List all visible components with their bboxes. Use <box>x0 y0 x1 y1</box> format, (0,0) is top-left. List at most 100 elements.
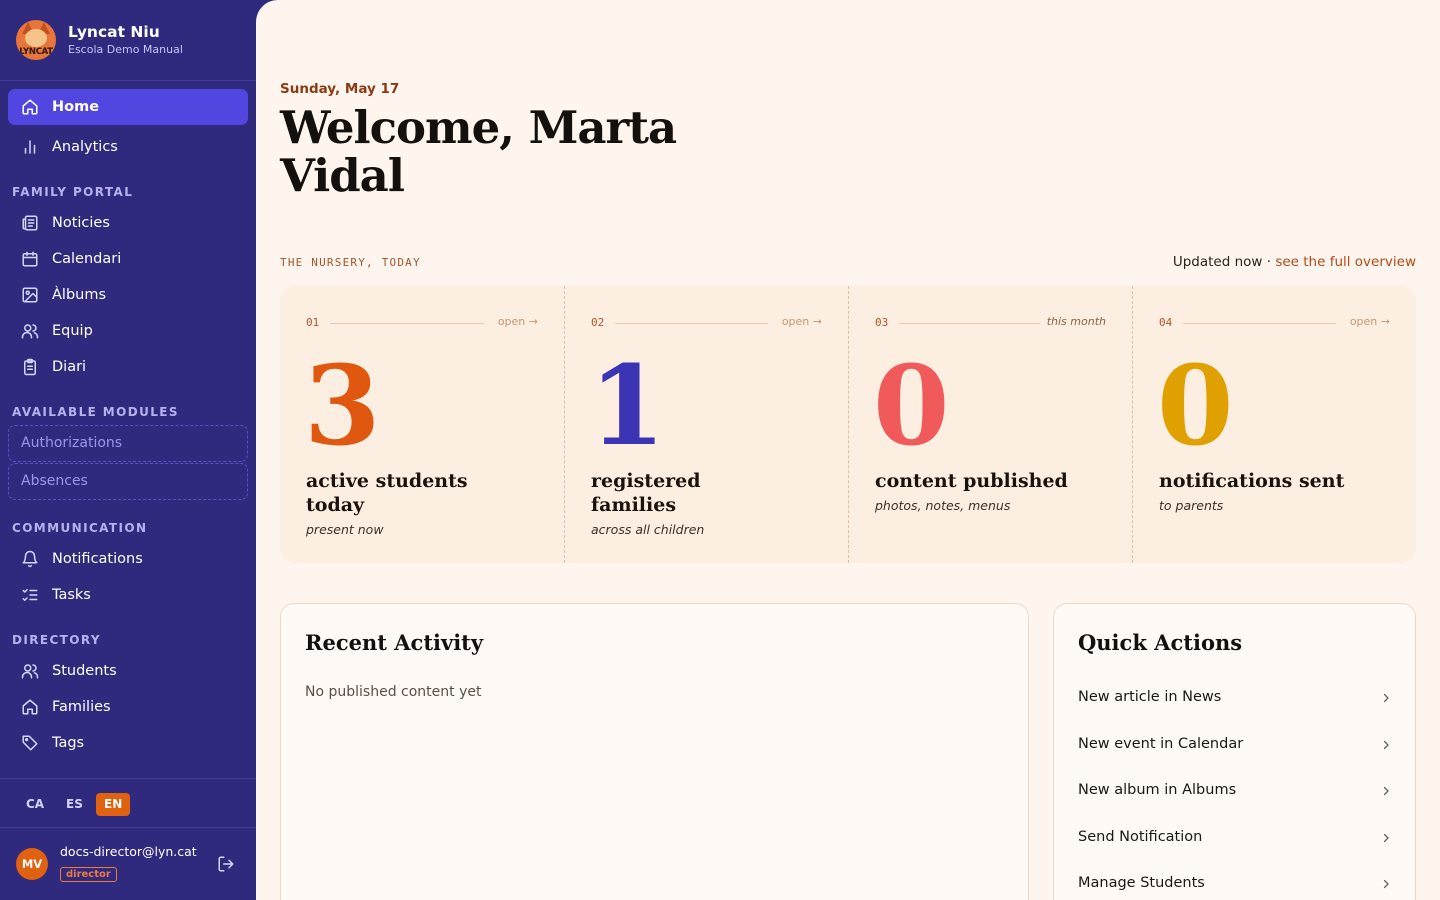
bell-icon <box>21 550 39 568</box>
stat-card-content[interactable]: 03 this month 0 content published photos… <box>848 286 1132 563</box>
sidebar: LYNCAT Lyncat Niu Escola Demo Manual Hom… <box>0 0 256 900</box>
nav-label: Equip <box>52 323 93 339</box>
stat-open-link[interactable]: open → <box>1350 315 1390 328</box>
section-directory: DIRECTORY <box>12 633 101 647</box>
logout-icon[interactable] <box>217 855 235 873</box>
bar-chart-icon <box>21 138 39 156</box>
module-label: Absences <box>21 473 88 489</box>
avatar[interactable]: MV <box>16 848 48 880</box>
nav-item-notifications[interactable]: Notifications <box>8 541 248 577</box>
user-panel: MV docs-director@lyn.cat director <box>0 828 256 900</box>
stat-index: 01 <box>306 316 320 329</box>
stat-card-students[interactable]: 01 open → 3 active students today present… <box>280 286 564 563</box>
lang-ca[interactable]: CA <box>18 793 52 816</box>
nav-item-albums[interactable]: Àlbums <box>8 277 248 313</box>
chevron-right-icon <box>1383 693 1389 703</box>
nav-item-diari[interactable]: Diari <box>8 349 248 385</box>
stat-caption: content published <box>875 470 1068 492</box>
nav-item-noticies[interactable]: Noticies <box>8 205 248 241</box>
section-available-modules: AVAILABLE MODULES <box>12 405 179 419</box>
stat-open-link[interactable]: open → <box>498 315 538 328</box>
page-title: Welcome, Marta Vidal <box>280 101 677 202</box>
nav-item-analytics[interactable]: Analytics <box>8 129 248 165</box>
section-communication: COMMUNICATION <box>12 521 148 535</box>
users-icon <box>21 662 39 680</box>
nav-label: Tags <box>52 735 85 751</box>
stat-subcaption: photos, notes, menus <box>875 498 1011 513</box>
quick-action-manage-students[interactable]: Manage Students <box>1078 873 1392 897</box>
quick-actions-card: Quick Actions New article in News New ev… <box>1053 603 1416 900</box>
module-absences[interactable]: Absences <box>8 463 248 500</box>
nav-label: Students <box>52 663 117 679</box>
stat-period-label: this month <box>1046 315 1106 328</box>
chevron-right-icon <box>1383 786 1389 796</box>
quick-action-label: Send Notification <box>1078 829 1203 845</box>
module-label: Authorizations <box>21 435 123 451</box>
stat-subcaption: across all children <box>591 522 705 537</box>
stat-value: 0 <box>1157 341 1234 470</box>
tag-icon <box>21 734 39 752</box>
quick-action-new-article[interactable]: New article in News <box>1078 687 1392 711</box>
nav-label: Àlbums <box>52 287 107 303</box>
nav-item-equip[interactable]: Equip <box>8 313 248 349</box>
section-family-portal: FAMILY PORTAL <box>12 185 134 199</box>
overview-kicker: THE NURSERY, TODAY <box>280 256 421 269</box>
stat-index: 03 <box>875 316 889 329</box>
quick-action-send-notification[interactable]: Send Notification <box>1078 827 1392 851</box>
module-authorizations[interactable]: Authorizations <box>8 425 248 462</box>
nav-label: Analytics <box>52 139 118 155</box>
nav-label: Noticies <box>52 215 110 231</box>
full-overview-link[interactable]: see the full overview <box>1275 254 1416 270</box>
nav-item-tags[interactable]: Tags <box>8 725 248 761</box>
nav-label: Calendari <box>52 251 122 267</box>
home-icon <box>21 98 39 116</box>
lang-en[interactable]: EN <box>96 793 131 816</box>
nav-label: Families <box>52 699 111 715</box>
stat-value: 3 <box>304 341 381 470</box>
language-switcher: CA ES EN <box>0 778 256 828</box>
lyncat-logo[interactable]: LYNCAT <box>16 20 56 60</box>
updated-status: Updated now · see the full overview <box>1173 254 1416 270</box>
stat-subcaption: present now <box>306 522 384 537</box>
stats-panel: 01 open → 3 active students today present… <box>280 286 1416 563</box>
nav-item-home[interactable]: Home <box>8 89 248 125</box>
stat-caption: notifications sent <box>1159 470 1345 492</box>
nav-label: Diari <box>52 359 87 375</box>
chevron-right-icon <box>1383 740 1389 750</box>
brand-header: LYNCAT Lyncat Niu Escola Demo Manual <box>0 0 256 81</box>
quick-action-label: New event in Calendar <box>1078 736 1244 752</box>
brand-subtitle: Escola Demo Manual <box>68 43 183 56</box>
nav-item-families[interactable]: Families <box>8 689 248 725</box>
user-email: docs-director@lyn.cat <box>60 844 197 859</box>
stat-card-notifications[interactable]: 04 open → 0 notifications sent to parent… <box>1132 286 1416 563</box>
nav-item-students[interactable]: Students <box>8 653 248 689</box>
empty-state: No published content yet <box>305 684 482 700</box>
recent-activity-card: Recent Activity No published content yet <box>280 603 1029 900</box>
chevron-right-icon <box>1383 879 1389 889</box>
updated-text: Updated now · <box>1172 254 1272 270</box>
nav-item-calendari[interactable]: Calendari <box>8 241 248 277</box>
home-icon <box>21 698 39 716</box>
stat-open-link[interactable]: open → <box>782 315 822 328</box>
list-checks-icon <box>21 586 39 604</box>
quick-action-new-event[interactable]: New event in Calendar <box>1078 734 1392 758</box>
stat-caption: active students today <box>306 470 468 516</box>
stat-card-families[interactable]: 02 open → 1 registered families across al… <box>564 286 848 563</box>
quick-action-label: New album in Albums <box>1078 782 1237 798</box>
role-badge: director <box>60 867 117 882</box>
stat-index: 02 <box>591 316 605 329</box>
lang-es[interactable]: ES <box>58 793 91 816</box>
stat-value: 0 <box>873 341 950 470</box>
nav-label: Home <box>52 99 100 115</box>
quick-action-new-album[interactable]: New album in Albums <box>1078 780 1392 804</box>
main-content: Sunday, May 17 Welcome, Marta Vidal THE … <box>256 0 1440 900</box>
nav-item-tasks[interactable]: Tasks <box>8 577 248 613</box>
stat-subcaption: to parents <box>1159 498 1224 513</box>
nav-label: Notifications <box>52 551 143 567</box>
users-icon <box>21 322 39 340</box>
calendar-icon <box>21 250 39 268</box>
brand-name: Lyncat Niu <box>68 23 160 41</box>
card-title: Recent Activity <box>305 630 484 655</box>
chevron-right-icon <box>1383 833 1389 843</box>
stat-caption: registered families <box>591 470 701 516</box>
